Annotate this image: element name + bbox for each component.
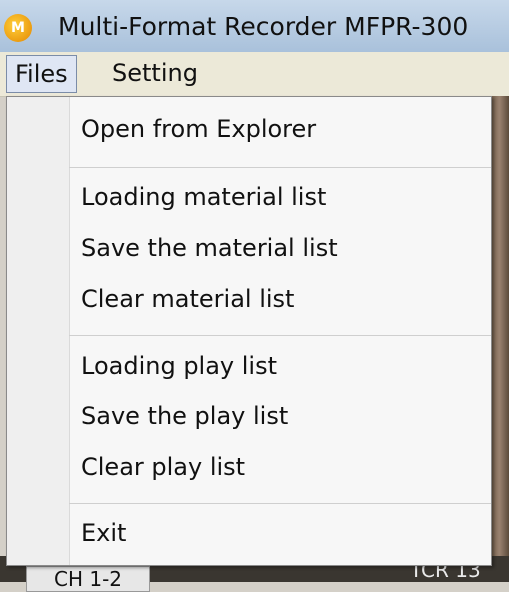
menu-item-loading-play-list[interactable]: Loading play list <box>81 352 277 380</box>
menu-item-loading-material-list[interactable]: Loading material list <box>81 183 326 211</box>
menu-separator <box>69 335 491 336</box>
menu-item-clear-material-list[interactable]: Clear material list <box>81 285 294 313</box>
menu-separator <box>69 167 491 168</box>
menu-item-exit[interactable]: Exit <box>81 519 126 547</box>
menu-item-open-from-explorer[interactable]: Open from Explorer <box>81 115 316 143</box>
menu-files[interactable]: Files <box>6 55 77 93</box>
title-bar: M Multi-Format Recorder MFPR-300 <box>0 0 509 53</box>
menu-icon-gutter <box>7 97 70 565</box>
menu-bar: Files Setting <box>0 52 509 97</box>
background-video-strip <box>490 96 509 582</box>
files-dropdown-menu: Open from Explorer Loading material list… <box>6 96 492 566</box>
menu-item-clear-play-list[interactable]: Clear play list <box>81 453 245 481</box>
app-logo-icon: M <box>4 14 32 42</box>
menu-setting[interactable]: Setting <box>104 55 206 91</box>
menu-item-save-play-list[interactable]: Save the play list <box>81 402 288 430</box>
channel-label: CH 1-2 <box>26 566 150 592</box>
menu-item-save-material-list[interactable]: Save the material list <box>81 234 338 262</box>
window-title: Multi-Format Recorder MFPR-300 <box>58 12 469 41</box>
menu-separator <box>69 503 491 504</box>
